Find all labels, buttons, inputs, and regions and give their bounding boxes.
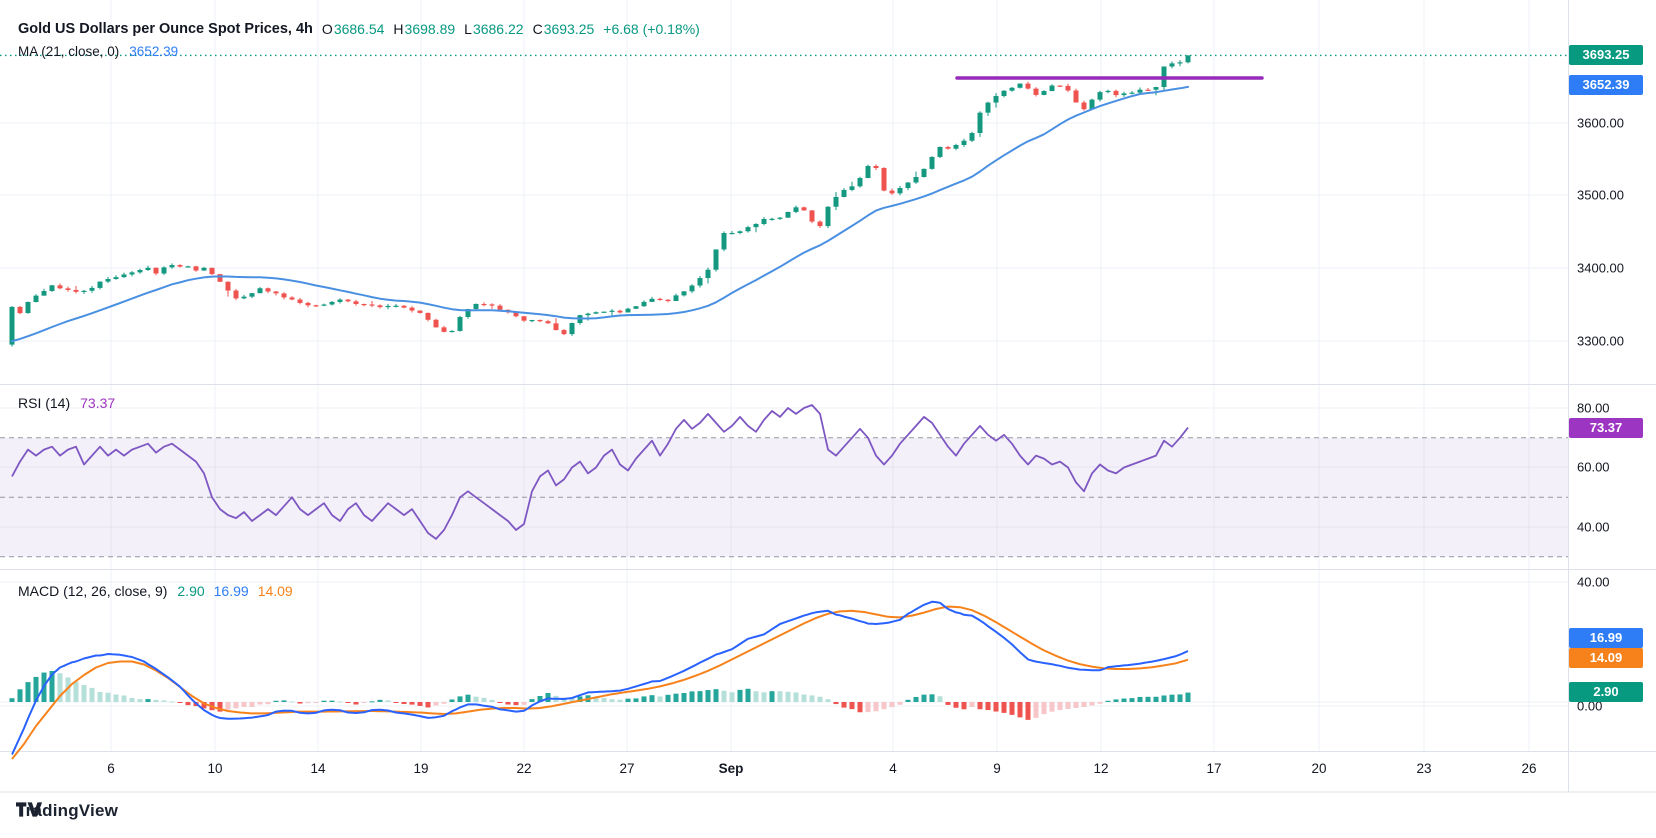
price-scale-label[interactable]: 3600.00 (1577, 116, 1624, 131)
price-scale-badge: 73.37 (1569, 418, 1643, 438)
price-scale-label[interactable]: 3300.00 (1577, 334, 1624, 349)
time-scale-label[interactable]: 12 (1093, 761, 1108, 776)
time-scale-label[interactable]: 4 (889, 761, 897, 776)
chart-canvas[interactable] (0, 0, 1656, 838)
time-scale-label[interactable]: Sep (719, 761, 744, 776)
price-scale-badge: 3652.39 (1569, 75, 1643, 95)
price-scale-label[interactable]: 40.00 (1577, 575, 1610, 590)
time-scale-label[interactable]: 10 (207, 761, 222, 776)
time-scale-label[interactable]: 17 (1206, 761, 1221, 776)
price-scale-badge: 16.99 (1569, 628, 1643, 648)
tradingview-logo[interactable]: TradingView (16, 801, 118, 821)
time-scale-label[interactable]: 6 (107, 761, 115, 776)
price-scale-badge: 3693.25 (1569, 45, 1643, 65)
time-scale-label[interactable]: 9 (993, 761, 1001, 776)
price-scale-label[interactable]: 40.00 (1577, 520, 1610, 535)
price-scale-badge: 2.90 (1569, 682, 1643, 702)
price-scale-label[interactable]: 60.00 (1577, 460, 1610, 475)
time-scale-label[interactable]: 26 (1521, 761, 1536, 776)
price-scale-label[interactable]: 3400.00 (1577, 261, 1624, 276)
time-scale-label[interactable]: 19 (413, 761, 428, 776)
price-scale-badge: 14.09 (1569, 648, 1643, 668)
time-scale-label[interactable]: 23 (1416, 761, 1431, 776)
trading-chart: Gold US Dollars per Ounce Spot Prices, 4… (0, 0, 1656, 838)
price-scale-label[interactable]: 80.00 (1577, 401, 1610, 416)
time-scale-label[interactable]: 27 (619, 761, 634, 776)
time-scale-label[interactable]: 22 (516, 761, 531, 776)
price-scale-label[interactable]: 3500.00 (1577, 188, 1624, 203)
time-scale-label[interactable]: 14 (310, 761, 325, 776)
time-scale-label[interactable]: 20 (1311, 761, 1326, 776)
tradingview-logo-icon (16, 801, 43, 818)
